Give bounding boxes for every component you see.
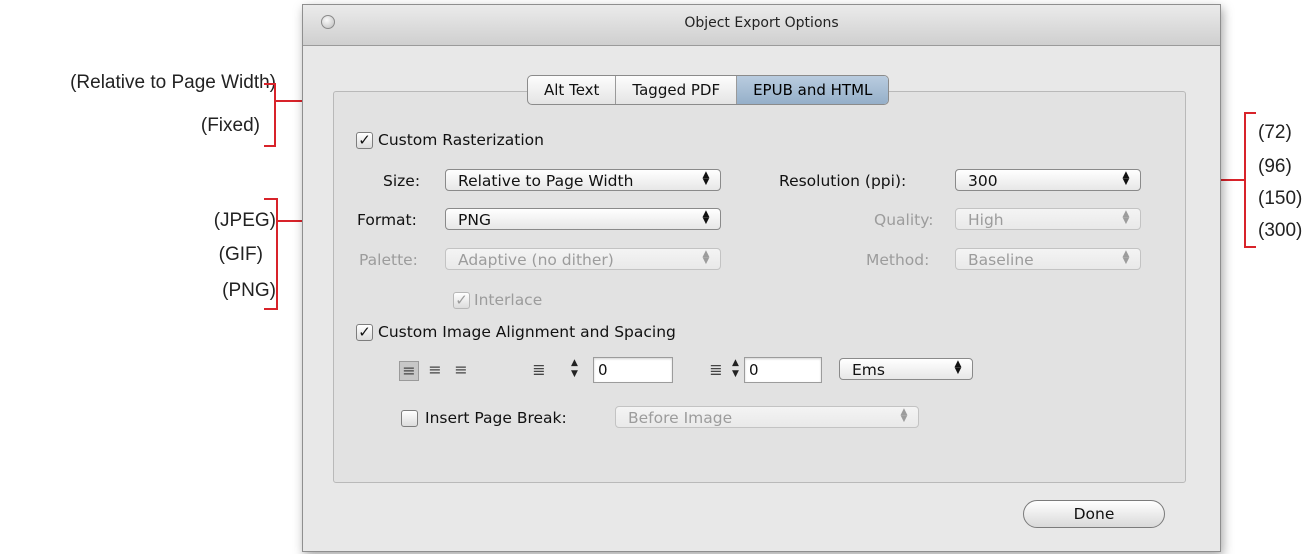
method-popup[interactable]: Baseline ▲ ▼ <box>955 248 1141 270</box>
space-after-stepper[interactable]: ▲ ▼ <box>729 358 742 382</box>
tab-epub-and-html[interactable]: EPUB and HTML <box>737 76 889 104</box>
format-popup[interactable]: PNG ▲ ▼ <box>445 208 721 230</box>
units-popup-value: Ems <box>852 361 885 379</box>
object-export-options-dialog: Object Export Options Alt Text Tagged PD… <box>302 4 1221 552</box>
window-title: Object Export Options <box>684 15 839 31</box>
insert-page-break-label: Insert Page Break: <box>425 409 567 427</box>
custom-rasterization-checkbox[interactable]: ✓ <box>356 132 373 149</box>
annotation-bracket-size-vert <box>274 83 276 147</box>
palette-popup[interactable]: Adaptive (no dither) ▲ ▼ <box>445 248 721 270</box>
size-popup-value: Relative to Page Width <box>458 172 634 190</box>
palette-popup-value: Adaptive (no dither) <box>458 251 614 269</box>
quality-popup[interactable]: High ▲ ▼ <box>955 208 1141 230</box>
insert-page-break-checkbox[interactable] <box>401 410 418 427</box>
annotation-bracket-format-vert <box>276 198 278 310</box>
annotation-res-300: (300) <box>1258 220 1303 241</box>
updown-arrows-icon: ▲ ▼ <box>954 359 962 376</box>
page-break-popup-value: Before Image <box>628 409 733 427</box>
updown-arrows-icon: ▲ ▼ <box>702 209 710 226</box>
annotation-res-96: (96) <box>1258 156 1292 177</box>
updown-arrows-icon: ▲ ▼ <box>900 407 908 424</box>
resolution-popup-value: 300 <box>968 172 998 190</box>
quality-label: Quality: <box>874 211 934 229</box>
checkmark-icon: ✓ <box>358 323 371 341</box>
title-bar[interactable]: Object Export Options <box>303 5 1220 46</box>
tab-alt-text[interactable]: Alt Text <box>528 76 617 104</box>
updown-arrows-icon: ▲ ▼ <box>1122 170 1130 187</box>
units-popup[interactable]: Ems ▲ ▼ <box>839 358 973 380</box>
interlace-checkbox[interactable]: ✓ <box>453 292 470 309</box>
space-before-icon: ≣ <box>532 360 546 379</box>
space-before-field[interactable]: 0 <box>593 357 673 383</box>
annotation-format-jpeg: (JPEG) <box>213 210 276 231</box>
annotation-size-relative: (Relative to Page Width) <box>70 72 276 93</box>
format-label: Format: <box>357 211 417 229</box>
updown-arrows-icon: ▲ ▼ <box>1122 209 1130 226</box>
resolution-popup[interactable]: 300 ▲ ▼ <box>955 169 1141 191</box>
space-after-field[interactable]: 0 <box>744 357 822 383</box>
checkmark-icon: ✓ <box>358 131 371 149</box>
checkmark-icon: ✓ <box>455 291 468 309</box>
updown-arrows-icon: ▲ ▼ <box>702 170 710 187</box>
annotation-format-gif: (GIF) <box>218 244 263 265</box>
format-popup-value: PNG <box>458 211 491 229</box>
space-before-stepper[interactable]: ▲ ▼ <box>568 358 581 382</box>
done-button[interactable]: Done <box>1023 500 1165 528</box>
annotation-bracket-format-bottom <box>264 308 278 310</box>
method-label: Method: <box>866 251 930 269</box>
annotation-bracket-res-bottom <box>1244 246 1256 248</box>
tab-bar: Alt Text Tagged PDF EPUB and HTML <box>527 75 890 105</box>
annotation-size-fixed: (Fixed) <box>200 115 260 136</box>
annotation-res-150: (150) <box>1258 188 1303 209</box>
custom-alignment-label: Custom Image Alignment and Spacing <box>378 323 676 341</box>
resolution-label: Resolution (ppi): <box>779 172 907 190</box>
space-before-value: 0 <box>598 361 608 379</box>
size-popup[interactable]: Relative to Page Width ▲ ▼ <box>445 169 721 191</box>
tab-tagged-pdf[interactable]: Tagged PDF <box>616 76 738 104</box>
align-right-icon[interactable]: ≡ <box>452 361 470 379</box>
interlace-label: Interlace <box>474 291 543 309</box>
space-after-icon: ≣ <box>709 360 723 379</box>
page-break-popup[interactable]: Before Image ▲ ▼ <box>615 406 919 428</box>
annotation-res-72: (72) <box>1258 122 1292 143</box>
updown-arrows-icon: ▲ ▼ <box>702 249 710 266</box>
custom-alignment-checkbox[interactable]: ✓ <box>356 324 373 341</box>
custom-rasterization-label: Custom Rasterization <box>378 131 544 149</box>
palette-label: Palette: <box>359 251 418 269</box>
method-popup-value: Baseline <box>968 251 1034 269</box>
annotation-bracket-size <box>264 83 274 85</box>
space-after-value: 0 <box>749 361 759 379</box>
updown-arrows-icon: ▲ ▼ <box>1122 249 1130 266</box>
size-label: Size: <box>383 172 421 190</box>
annotation-bracket-res-vert <box>1244 112 1246 248</box>
align-center-icon[interactable]: ≡ <box>426 361 444 379</box>
align-left-icon[interactable]: ≡ <box>399 361 419 381</box>
quality-popup-value: High <box>968 211 1004 229</box>
annotation-format-png: (PNG) <box>222 280 276 301</box>
annotation-bracket-size-bottom <box>264 145 274 147</box>
